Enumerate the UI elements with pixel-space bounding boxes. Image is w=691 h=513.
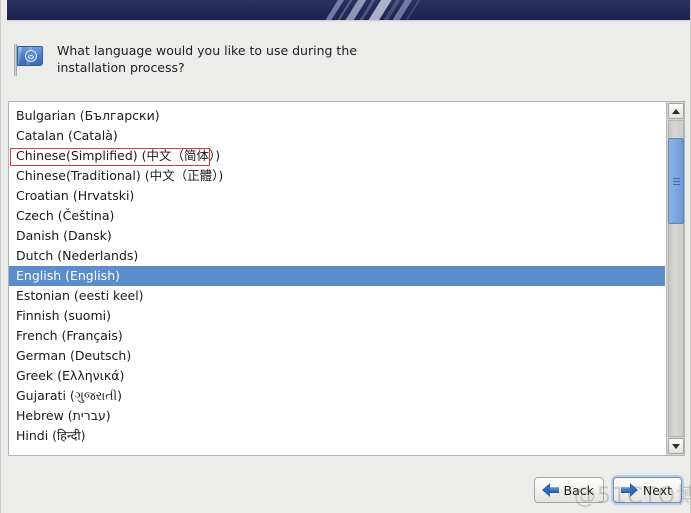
chevron-down-icon — [672, 443, 680, 449]
scrollbar-grip-icon — [673, 178, 680, 185]
scroll-down-arrow-icon[interactable] — [668, 438, 684, 454]
page-title: What language would you like to use duri… — [57, 43, 357, 75]
wizard-button-bar: Back Next — [533, 477, 682, 503]
language-listbox[interactable]: Bulgarian (Български) Catalan (Català) Chi… — [8, 101, 685, 456]
language-list-item[interactable]: Gujarati (ગુજરાતી) — [9, 386, 665, 406]
language-list-item[interactable]: Chinese(Simplified) (中文（简体）) — [9, 146, 665, 166]
language-list-item[interactable]: Hebrew (עברית) — [9, 406, 665, 426]
language-list-item[interactable]: French (Français) — [9, 326, 665, 346]
language-list-item[interactable]: Greek (Ελληνικά) — [9, 366, 665, 386]
next-button[interactable]: Next — [612, 477, 682, 503]
language-list-item[interactable]: Chinese(Traditional) (中文（正體）) — [9, 166, 665, 186]
chevron-up-icon — [672, 108, 680, 114]
language-list-item[interactable]: German (Deutsch) — [9, 346, 665, 366]
banner-streak — [374, 0, 445, 20]
language-list-item[interactable]: Danish (Dansk) — [9, 226, 665, 246]
scrollbar-thumb[interactable] — [668, 138, 684, 224]
next-button-label: Next — [642, 482, 672, 498]
arrow-left-icon — [541, 483, 559, 497]
language-list-item[interactable]: Hindi (हिन्दी) — [9, 426, 665, 446]
flag-emblem — [25, 50, 37, 62]
banner-streak — [328, 0, 400, 20]
installer-window: What language would you like to use duri… — [0, 0, 691, 513]
language-list-item[interactable]: Estonian (eesti keel) — [9, 286, 665, 306]
language-list-item[interactable]: English (English) — [9, 266, 665, 286]
language-flag-icon — [11, 43, 45, 77]
back-button[interactable]: Back — [533, 477, 604, 503]
banner-streak — [314, 0, 389, 20]
scroll-up-arrow-icon[interactable] — [668, 103, 684, 119]
banner-streak — [361, 0, 436, 20]
language-list[interactable]: Bulgarian (Български) Catalan (Català) Chi… — [9, 102, 665, 446]
language-list-item[interactable]: Finnish (suomi) — [9, 306, 665, 326]
back-button-label: Back — [563, 482, 594, 498]
banner-streak — [306, 0, 377, 20]
language-list-item[interactable]: Czech (Čeština) — [9, 206, 665, 226]
banner-streak — [352, 0, 425, 20]
banner-streak — [337, 0, 414, 20]
question-row: What language would you like to use duri… — [11, 41, 611, 77]
language-list-item[interactable]: Catalan (Català) — [9, 126, 665, 146]
header-banner — [7, 0, 690, 20]
language-list-item[interactable]: Croatian (Hrvatski) — [9, 186, 665, 206]
language-list-item[interactable]: Dutch (Nederlands) — [9, 246, 665, 266]
banner-shadow — [7, 20, 690, 22]
banner-streak — [294, 0, 368, 20]
language-list-item[interactable]: Bulgarian (Български) — [9, 106, 665, 126]
list-scrollbar[interactable] — [666, 102, 684, 455]
arrow-right-icon — [620, 483, 638, 497]
